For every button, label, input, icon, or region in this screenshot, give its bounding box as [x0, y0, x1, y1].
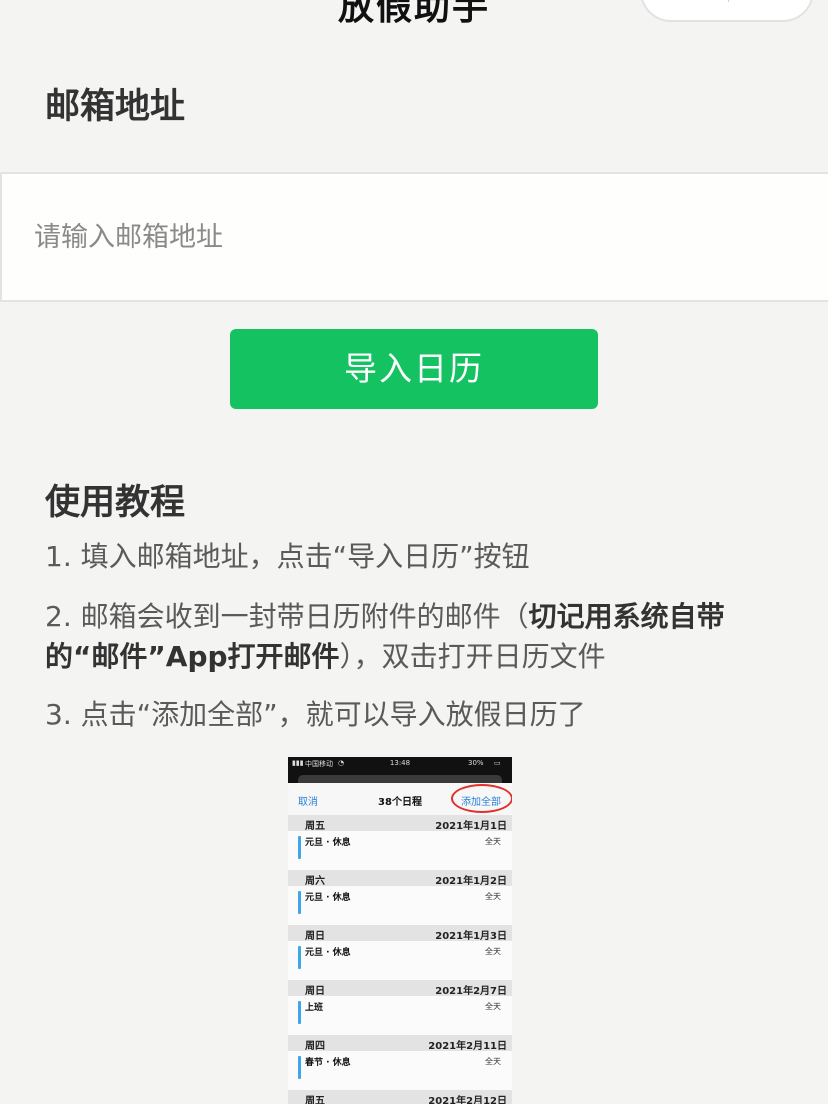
day-header: 周日 2021年1月3日	[288, 925, 512, 942]
email-input[interactable]	[34, 212, 794, 262]
day-header: 周五 2021年2月12日	[288, 1090, 512, 1104]
weekday: 周五	[305, 1096, 325, 1104]
day-header: 周四 2021年2月11日	[288, 1035, 512, 1052]
event-row[interactable]: 元旦 · 休息 全天	[288, 941, 512, 980]
step-2-text: 2. 邮箱会收到一封带日历附件的邮件（	[45, 600, 529, 633]
email-input-container	[0, 172, 828, 302]
event-name: 元旦 · 休息	[305, 838, 351, 848]
date: 2021年1月2日	[435, 876, 507, 887]
tutorial-step-2: 2. 邮箱会收到一封带日历附件的邮件（切记用系统自带的“邮件”App打开邮件），…	[45, 597, 785, 677]
day-header: 周六 2021年1月2日	[288, 870, 512, 887]
event-allday: 全天	[485, 947, 501, 956]
tutorial-step-1: 1. 填入邮箱地址，点击“导入日历”按钮	[45, 540, 530, 573]
event-allday: 全天	[485, 1002, 501, 1011]
event-row[interactable]: 春节 · 休息 全天	[288, 1051, 512, 1090]
date: 2021年2月11日	[428, 1041, 507, 1052]
event-allday: 全天	[485, 837, 501, 846]
tutorial-title: 使用教程	[45, 483, 186, 523]
weekday: 周五	[305, 821, 325, 832]
event-name: 上班	[305, 1003, 324, 1013]
event-color-bar	[298, 1056, 301, 1079]
event-color-bar	[298, 946, 301, 969]
calendar-import-nav: 取消 38个日程 添加全部	[288, 783, 512, 815]
event-color-bar	[298, 836, 301, 859]
capsule-divider	[728, 0, 729, 2]
event-row[interactable]: 元旦 · 休息 全天	[288, 886, 512, 925]
battery-icon: ▭	[494, 759, 501, 767]
date: 2021年1月1日	[435, 821, 507, 832]
weekday: 周六	[305, 876, 325, 887]
weekday: 周四	[305, 1041, 325, 1052]
step-2-text-end: ），双击打开日历文件	[339, 640, 606, 673]
event-name: 春节 · 休息	[305, 1058, 351, 1068]
event-color-bar	[298, 1001, 301, 1024]
event-name: 元旦 · 休息	[305, 948, 351, 958]
date: 2021年2月7日	[435, 986, 507, 997]
event-color-bar	[298, 891, 301, 914]
day-header: 周五 2021年1月1日	[288, 815, 512, 832]
date: 2021年1月3日	[435, 931, 507, 942]
event-allday: 全天	[485, 892, 501, 901]
weekday: 周日	[305, 931, 325, 942]
tutorial-screenshot: ▮▮▮ 中国移动 ◔ 13:48 30% ▭ 取消 38个日程 添加全部 周五 2…	[288, 757, 512, 1104]
event-allday: 全天	[485, 1057, 501, 1066]
event-name: 元旦 · 休息	[305, 893, 351, 903]
sheet-backdrop	[288, 771, 512, 785]
date: 2021年2月12日	[428, 1096, 507, 1104]
highlight-circle	[451, 784, 512, 813]
event-row[interactable]: 元旦 · 休息 全天	[288, 831, 512, 870]
weekday: 周日	[305, 986, 325, 997]
mini-program-capsule[interactable]	[640, 0, 814, 22]
tutorial-step-3: 3. 点击“添加全部”，就可以导入放假日历了	[45, 698, 586, 731]
event-row[interactable]: 上班 全天	[288, 996, 512, 1035]
email-section-title: 邮箱地址	[45, 87, 186, 127]
import-calendar-button[interactable]: 导入日历	[230, 329, 598, 409]
day-header: 周日 2021年2月7日	[288, 980, 512, 997]
battery-label: 30%	[468, 759, 484, 767]
status-bar: ▮▮▮ 中国移动 ◔ 13:48 30% ▭	[288, 757, 512, 771]
